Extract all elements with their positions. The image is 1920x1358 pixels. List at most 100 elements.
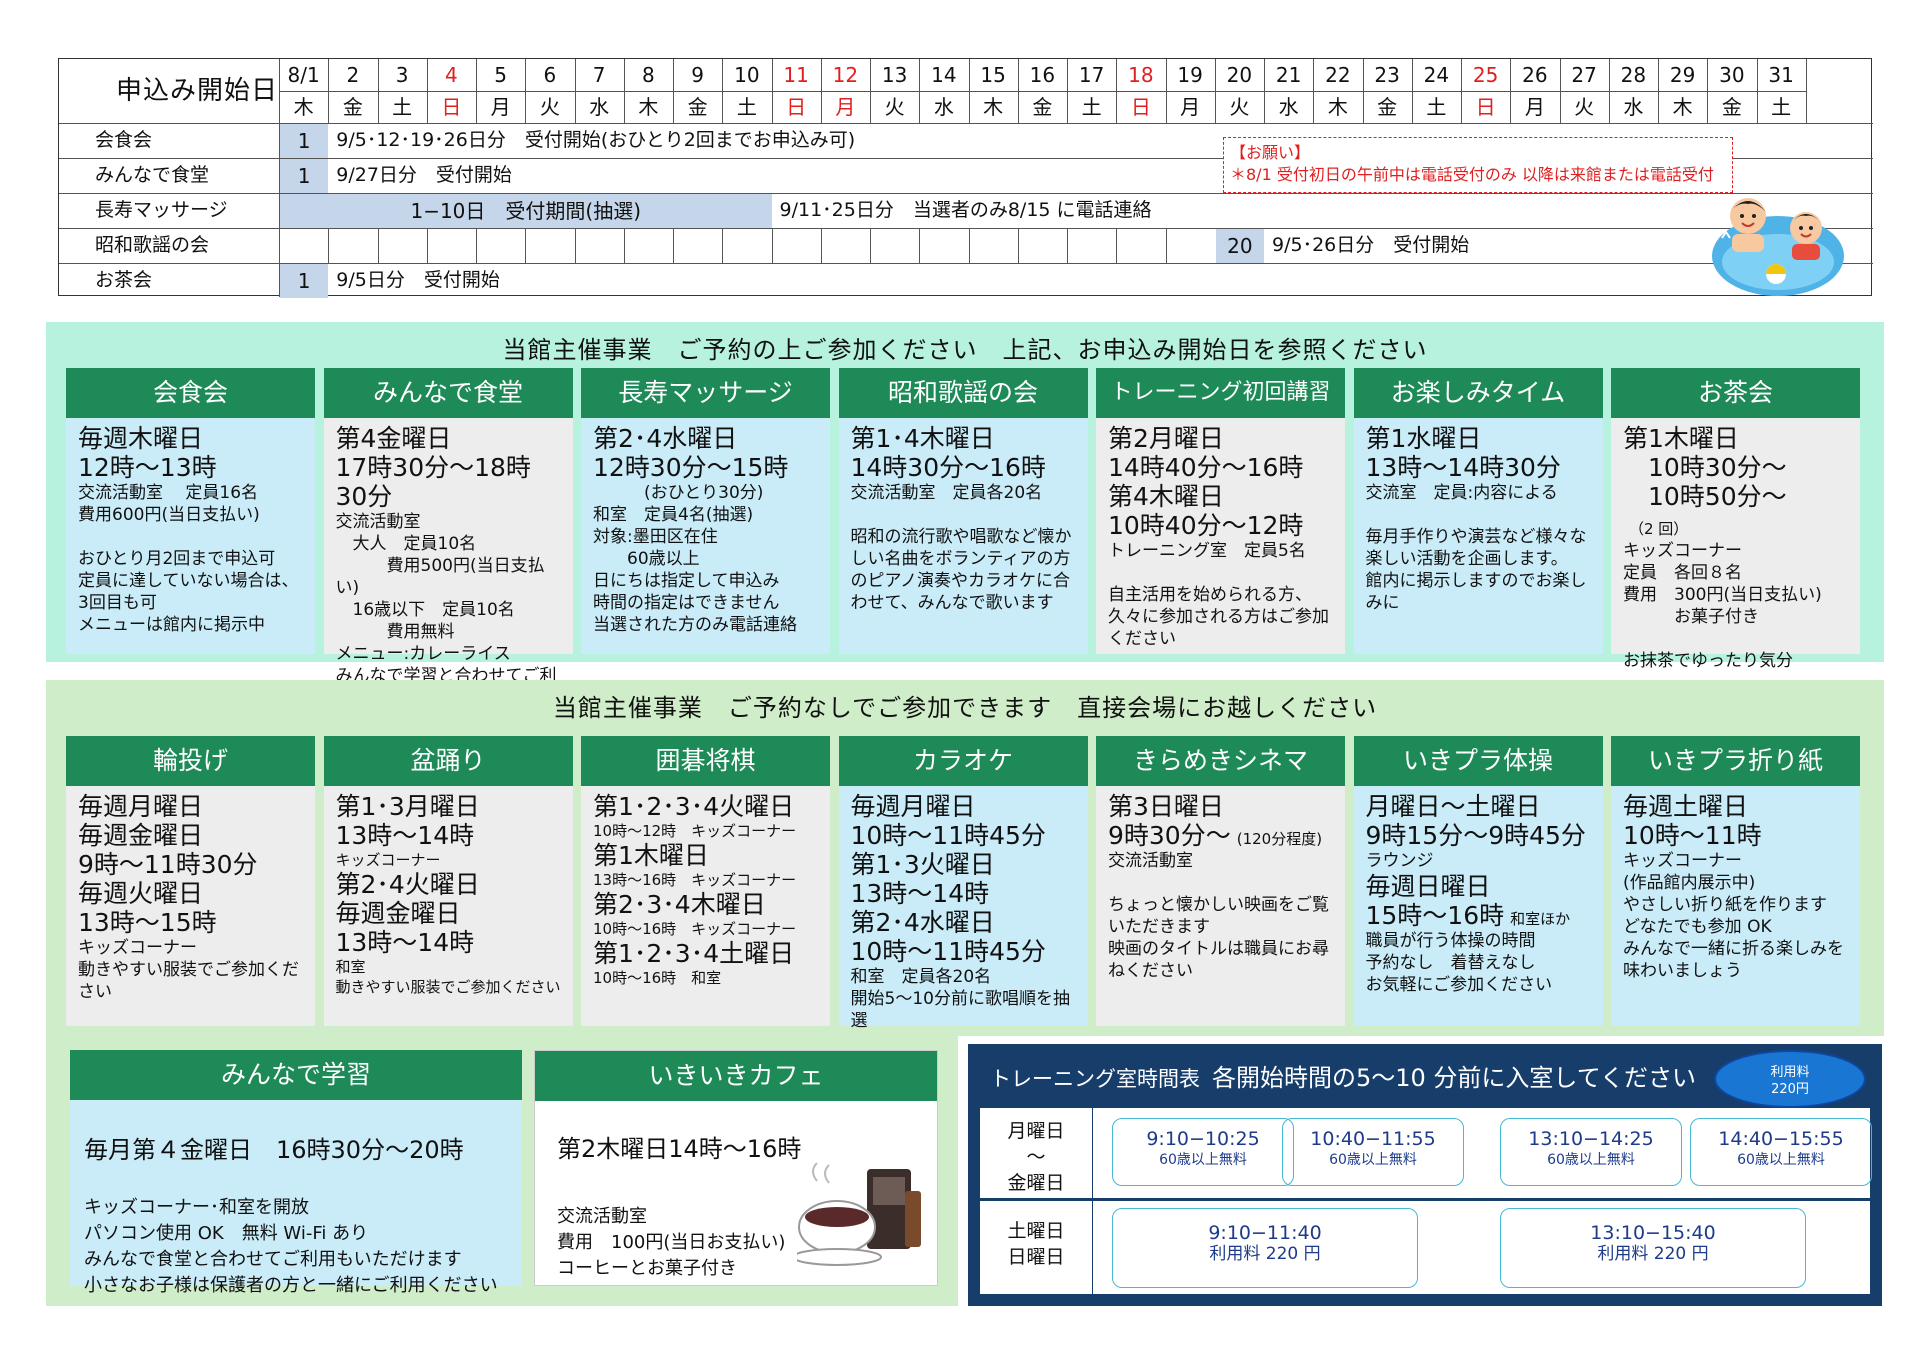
card-schedule: 第1水曜日 13時～14時30分 <box>1365 424 1561 482</box>
card-title: みんなで食堂 <box>323 368 573 418</box>
day-number: 24 <box>1423 63 1450 87</box>
card-body: 第1水曜日 13時～14時30分 交流室 定員:内容による 毎月手作りや演芸など様… <box>1354 418 1603 620</box>
weekend-label: 土曜日 日曜日 <box>1007 1220 1065 1268</box>
card-2: 盆踊り 第1･3月曜日 13時～14時 キッズコーナー 第2･4火曜日 毎週金曜日 1… <box>323 736 573 1026</box>
card-details: (おひとり30分) 和室 定員4名(抽選) 対象:墨田区在住 60歳以上 日にち… <box>593 483 797 635</box>
card-4: 昭和歌謡の会 第1･4木曜日 14時30分～16時 交流活動室 定員各20名 昭和の… <box>838 368 1088 654</box>
card-body: 第2･4水曜日 12時30分～15時 (おひとり30分) 和室 定員4名(抽選)… <box>581 418 830 642</box>
card-title: みんなで学習 <box>70 1050 522 1100</box>
card-schedule: 毎月第４金曜日 16時30分～20時 <box>84 1136 464 1164</box>
weekday-label: 木 <box>983 95 1004 119</box>
card-body: 第1木曜日 10時30分～ 10時50分～（2 回） キッズコーナー 定員 各回８… <box>1611 418 1860 678</box>
coffee-illustration <box>797 1162 921 1266</box>
card-schedule: 第1･3月曜日 13時～14時 <box>335 792 480 850</box>
card-body: 第2月曜日 14時40分～16時 第4木曜日 10時40分～12時 トレーニング室… <box>1096 418 1345 656</box>
card-details: 10時～12時 キッズコーナー <box>593 822 797 840</box>
grid-line <box>574 228 576 263</box>
card-7: いきプラ折り紙 毎週土曜日 10時～11時 キッズコーナー (作品館内展示中) やさ… <box>1611 736 1860 1026</box>
row-detail: 9/5日分 受付開始 <box>336 269 500 291</box>
grid-line <box>377 228 379 263</box>
grid-line <box>1165 228 1167 263</box>
grid-line <box>426 228 428 263</box>
training-subtitle: 各開始時間の5～10 分前に入室してください <box>1212 1064 1696 1092</box>
card-details: 和室 動きやすい服装でご参加ください <box>335 958 561 996</box>
row-start-cell: 20 <box>1215 229 1264 263</box>
day-number: 15 <box>980 63 1006 87</box>
day-number: 28 <box>1620 63 1647 87</box>
slot-note: 60歳以上無料 <box>1547 1152 1635 1168</box>
card-body: 毎週土曜日 10時～11時 キッズコーナー (作品館内展示中) やさしい折り紙を作… <box>1611 786 1860 988</box>
day-number: 16 <box>1029 63 1056 87</box>
card-title: お茶会 <box>1611 368 1860 418</box>
card-details: 10時～16時 和室 <box>593 969 722 987</box>
fee-badge: 利用料 220円 <box>1714 1050 1866 1108</box>
card-study: みんなで学習 毎月第４金曜日 16時30分～20時 キッズコーナー･和室を開放 … <box>70 1050 522 1296</box>
reserved-section-title: 当館主催事業 ご予約の上ご参加ください 上記、お申込み開始日を参照ください <box>502 336 1428 364</box>
card-title: いきいきカフェ <box>535 1051 937 1101</box>
card-title: トレーニング初回講習 <box>1096 368 1345 418</box>
day-number: 12 <box>832 63 859 87</box>
card-details: 交流室 定員:内容による 毎月手作りや演芸など様々な楽しい活動を企画します。 館… <box>1365 483 1587 613</box>
card-7: お茶会 第1木曜日 10時30分～ 10時50分～（2 回） キッズコーナー 定員 … <box>1611 368 1860 671</box>
card-cafe: いきいきカフェ 第2木曜日14時～16時 交流活動室 費用 100円(当日お支払… <box>534 1050 938 1286</box>
row-detail: 9/5･12･19･26日分 受付開始(おひとり2回までお申込み可) <box>336 129 856 151</box>
card-details: 交流活動室 定員各20名 昭和の流行歌や唱歌など懐かしい名曲をボランティアの方の… <box>850 483 1072 613</box>
card-body: 第1･4木曜日 14時30分～16時 交流活動室 定員各20名 昭和の流行歌や唱歌… <box>839 418 1088 620</box>
weekday-label: 土 <box>1771 95 1792 119</box>
slot-note: 60歳以上無料 <box>1159 1152 1247 1168</box>
weekday-label: 火 <box>1229 95 1250 119</box>
weekday-slot: 14:40−15:55 60歳以上無料 <box>1690 1118 1872 1186</box>
card-schedule: 毎週土曜日 10時～11時 <box>1623 792 1762 850</box>
card-schedule: 第4金曜日 17時30分～18時30分 <box>335 424 531 511</box>
grid-line <box>722 228 724 263</box>
slot-time: 9:10−11:40 <box>1208 1222 1322 1244</box>
grid-line <box>623 228 625 263</box>
card-body: 毎週木曜日 12時～13時 交流活動室 定員16名 費用600円(当日支払い) お… <box>66 418 315 642</box>
weekday-label: 月 <box>1180 95 1201 119</box>
training-panel: 月曜日 ～ 金曜日 土曜日 日曜日 9:10−10:25 60歳以上無料 10:40… <box>980 1108 1872 1294</box>
weekend-slot: 13:10−15:40 利用料 220 円 <box>1500 1208 1806 1288</box>
row-start-cell: 1−10日 受付期間(抽選) <box>280 194 772 228</box>
card-details: 10時～16時 キッズコーナー <box>593 920 797 938</box>
application-calendar: 申込み開始日 8/1 木 2 金 3 土 4 日 5 月 6 火 7 水 8 木 9 金 10 土 11 日 12 月 13 火 1… <box>58 58 1873 298</box>
weekday-label: 木 <box>1327 95 1348 119</box>
weekday-label: 水 <box>1278 95 1299 119</box>
day-number: 4 <box>445 63 458 87</box>
day-number: 14 <box>931 63 957 87</box>
slot-note: 利用料 220 円 <box>1209 1244 1321 1264</box>
card-title: 囲碁将棋 <box>581 736 830 786</box>
training-room-timetable: トレーニング室時間表 各開始時間の5～10 分前に入室してください 利用料 220… <box>968 1044 1882 1306</box>
weekday-label: 日 <box>786 95 807 119</box>
grid-line <box>968 228 970 263</box>
card-extra: (120分程度) <box>1236 830 1323 848</box>
weekday-label: 月 <box>1524 95 1545 119</box>
card-3: 長寿マッサージ 第2･4水曜日 12時30分～15時 (おひとり30分) 和室 定… <box>581 368 830 654</box>
card-body: 月曜日～土曜日 9時15分～9時45分 ラウンジ 毎週日曜日 15時～16時 和室ほか… <box>1354 786 1603 1002</box>
swimming-children-illustration <box>1712 198 1844 296</box>
slot-time: 14:40−15:55 <box>1718 1128 1844 1150</box>
day-number: 2 <box>346 63 360 87</box>
card-5: トレーニング初回講習 第2月曜日 14時40分～16時 第4木曜日 10時40分～… <box>1096 368 1345 654</box>
day-number: 8/1 <box>287 63 320 87</box>
row-detail: 9/5･26日分 受付開始 <box>1272 234 1470 256</box>
weekday-label: 火 <box>1574 95 1595 119</box>
weekday-label: 木 <box>1672 95 1693 119</box>
day-number: 10 <box>734 63 760 87</box>
grid-line <box>820 228 822 263</box>
grid-line <box>1017 228 1019 263</box>
row-detail: 9/27日分 受付開始 <box>336 164 512 186</box>
grid-line <box>1067 228 1068 263</box>
notice-box: 【お願い】 ＊8/1 受付初日の午前中は電話受付のみ 以降は来館または電話受付 <box>1223 137 1733 193</box>
grid-line <box>59 228 1873 229</box>
grid-line <box>328 228 330 263</box>
weekday-label: 月 <box>490 95 511 119</box>
card-body: 第4金曜日 17時30分～18時30分 交流活動室 大人 定員10名 費用500円… <box>324 418 573 715</box>
weekday-label: 金 <box>1721 95 1742 119</box>
weekday-label: 日 <box>1475 95 1496 119</box>
card-title: お楽しみタイム <box>1353 368 1603 418</box>
card-details: 和室 定員各20名 開始5～10分前に歌唱順を抽選 <box>850 967 1070 1031</box>
day-number: 11 <box>783 63 809 87</box>
card-title: いきプラ体操 <box>1353 736 1603 786</box>
grid-line <box>771 228 773 263</box>
day-number: 31 <box>1768 63 1794 87</box>
